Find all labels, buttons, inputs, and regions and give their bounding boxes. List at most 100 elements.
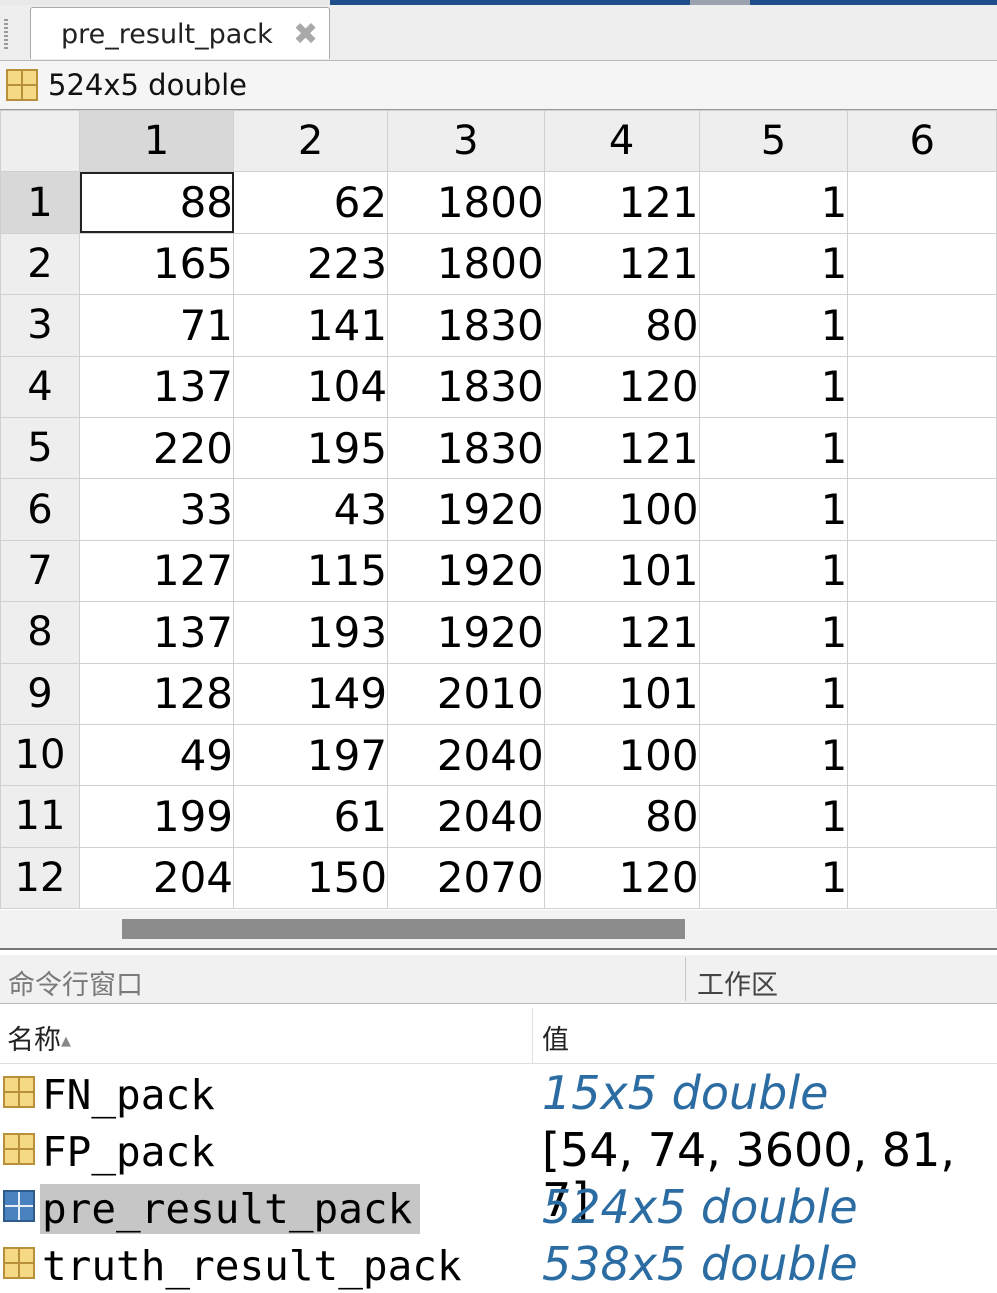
table-cell[interactable]: 197 <box>233 723 389 787</box>
table-cell[interactable]: 137 <box>79 355 235 418</box>
table-cell[interactable]: 1800 <box>387 232 545 296</box>
table-cell[interactable]: 121 <box>543 232 700 296</box>
table-cell[interactable]: 121 <box>543 416 700 480</box>
column-header[interactable]: 6 <box>847 110 997 173</box>
column-separator[interactable] <box>532 1008 533 1063</box>
table-cell[interactable]: 195 <box>233 416 389 480</box>
table-cell[interactable]: 1 <box>698 601 849 664</box>
table-cell[interactable]: 121 <box>543 601 700 664</box>
table-cell[interactable] <box>847 723 997 787</box>
table-cell[interactable]: 2040 <box>387 785 545 848</box>
table-cell[interactable]: 2010 <box>387 662 545 725</box>
row-header[interactable]: 4 <box>0 355 81 418</box>
row-header[interactable]: 9 <box>0 662 81 725</box>
table-cell[interactable]: 199 <box>79 785 235 848</box>
table-cell[interactable] <box>847 539 997 603</box>
table-cell[interactable]: 1 <box>698 539 849 603</box>
table-cell[interactable]: 1 <box>698 723 849 787</box>
table-cell[interactable]: 43 <box>233 478 389 541</box>
column-header[interactable]: 4 <box>543 110 700 173</box>
row-header[interactable]: 12 <box>0 846 81 910</box>
table-cell[interactable]: 100 <box>543 723 700 787</box>
row-header[interactable]: 5 <box>0 416 81 480</box>
workspace-variable-row[interactable]: FP_pack [54, 74, 3600, 81, 7] <box>0 1121 997 1225</box>
table-cell[interactable]: 101 <box>543 539 700 603</box>
table-cell[interactable]: 1800 <box>387 171 545 234</box>
table-cell[interactable]: 1 <box>698 171 849 234</box>
table-cell[interactable]: 127 <box>79 539 235 603</box>
table-cell[interactable] <box>847 846 997 910</box>
row-header[interactable]: 6 <box>0 478 81 541</box>
table-cell[interactable]: 204 <box>79 846 235 910</box>
close-icon[interactable]: ✖ <box>293 17 318 52</box>
table-cell[interactable]: 80 <box>543 785 700 848</box>
table-cell[interactable]: 1 <box>698 355 849 418</box>
table-cell[interactable]: 128 <box>79 662 235 725</box>
name-column-header[interactable]: 名称▲ <box>7 1018 71 1057</box>
table-cell[interactable]: 120 <box>543 355 700 418</box>
row-header[interactable]: 1 <box>0 171 81 234</box>
table-cell[interactable]: 1 <box>698 662 849 725</box>
table-cell[interactable]: 1920 <box>387 478 545 541</box>
row-header[interactable]: 10 <box>0 723 81 787</box>
table-cell[interactable]: 120 <box>543 846 700 910</box>
table-cell[interactable]: 220 <box>79 416 235 480</box>
table-cell[interactable]: 223 <box>233 232 389 296</box>
table-cell[interactable]: 137 <box>79 601 235 664</box>
table-cell[interactable]: 1 <box>698 478 849 541</box>
tab-command-window[interactable]: 命令行窗口 <box>8 963 143 1002</box>
table-cell[interactable]: 62 <box>233 171 389 234</box>
table-cell[interactable] <box>847 171 997 234</box>
table-cell[interactable]: 104 <box>233 355 389 418</box>
table-cell[interactable]: 150 <box>233 846 389 910</box>
horizontal-scrollbar[interactable] <box>0 910 997 950</box>
table-cell[interactable]: 33 <box>79 478 235 541</box>
row-header[interactable]: 2 <box>0 232 81 296</box>
table-cell[interactable] <box>847 232 997 296</box>
table-cell[interactable] <box>847 662 997 725</box>
table-cell[interactable]: 1830 <box>387 355 545 418</box>
table-cell[interactable]: 141 <box>233 294 389 357</box>
table-cell[interactable]: 1 <box>698 294 849 357</box>
column-header[interactable]: 2 <box>233 110 389 173</box>
table-cell[interactable] <box>847 355 997 418</box>
table-cell[interactable] <box>847 785 997 848</box>
table-cell[interactable]: 121 <box>543 171 700 234</box>
table-cell[interactable] <box>847 294 997 357</box>
row-header[interactable]: 3 <box>0 294 81 357</box>
column-header[interactable]: 5 <box>698 110 849 173</box>
tab-pre-result-pack[interactable]: pre_result_pack ✖ <box>30 7 330 59</box>
row-header[interactable]: 11 <box>0 785 81 848</box>
workspace-variable-row[interactable]: pre_result_pack 524x5 double <box>0 1178 997 1235</box>
column-header[interactable]: 1 <box>79 110 235 173</box>
table-cell[interactable]: 1830 <box>387 294 545 357</box>
table-cell[interactable]: 1 <box>698 232 849 296</box>
value-column-header[interactable]: 值 <box>542 1018 569 1057</box>
corner-cell[interactable] <box>0 110 81 173</box>
drag-grip-icon[interactable] <box>4 19 8 49</box>
table-cell[interactable]: 71 <box>79 294 235 357</box>
table-cell[interactable] <box>847 478 997 541</box>
table-cell[interactable]: 115 <box>233 539 389 603</box>
table-cell[interactable]: 1920 <box>387 601 545 664</box>
table-cell[interactable]: 100 <box>543 478 700 541</box>
table-cell[interactable]: 1920 <box>387 539 545 603</box>
workspace-variable-row[interactable]: FN_pack 15x5 double <box>0 1064 997 1121</box>
variable-editor-grid[interactable]: 1 2 3 4 5 6 1 88 62 1800 121 1 2 165 223 1800 121 1… <box>0 110 997 910</box>
table-cell[interactable] <box>847 601 997 664</box>
row-header[interactable]: 8 <box>0 601 81 664</box>
table-cell[interactable]: 2070 <box>387 846 545 910</box>
scrollbar-thumb[interactable] <box>122 919 685 939</box>
table-cell[interactable]: 1 <box>698 416 849 480</box>
table-cell[interactable] <box>847 416 997 480</box>
table-cell[interactable]: 101 <box>543 662 700 725</box>
table-cell[interactable]: 2040 <box>387 723 545 787</box>
table-cell[interactable]: 1 <box>698 785 849 848</box>
table-cell[interactable]: 1830 <box>387 416 545 480</box>
table-cell[interactable]: 61 <box>233 785 389 848</box>
table-cell[interactable]: 165 <box>79 232 235 296</box>
row-header[interactable]: 7 <box>0 539 81 603</box>
tab-workspace[interactable]: 工作区 <box>697 963 778 1002</box>
table-cell[interactable]: 193 <box>233 601 389 664</box>
column-header[interactable]: 3 <box>387 110 545 173</box>
